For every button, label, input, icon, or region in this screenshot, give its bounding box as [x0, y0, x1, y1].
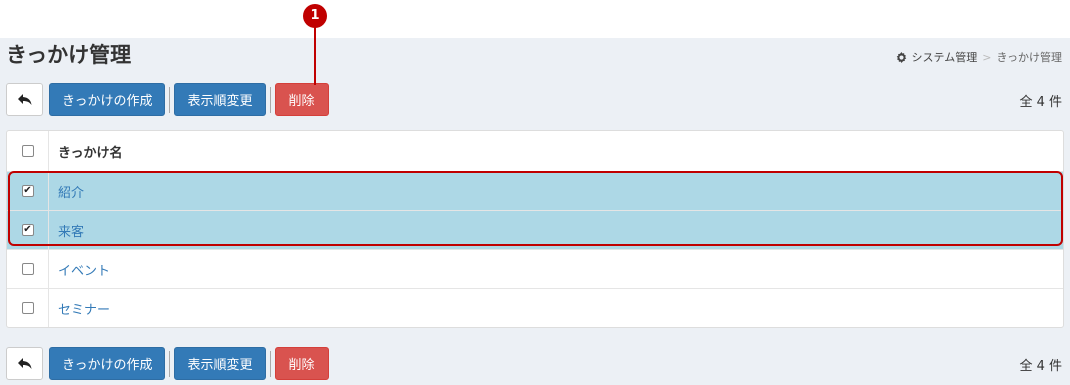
reorder-button[interactable]: 表示順変更: [174, 347, 266, 380]
create-button[interactable]: きっかけの作成: [49, 83, 166, 116]
row-name-link[interactable]: 紹介: [49, 182, 84, 201]
table-header-row: きっかけ名: [7, 131, 1063, 171]
row-checkbox[interactable]: [21, 302, 34, 314]
toolbar-divider: [269, 350, 271, 377]
table-row[interactable]: ✔ 紹介: [7, 171, 1063, 210]
back-button[interactable]: [6, 347, 43, 380]
breadcrumb-separator: >: [982, 50, 992, 64]
reply-arrow-icon: [17, 93, 31, 105]
reorder-button[interactable]: 表示順変更: [174, 83, 266, 116]
data-table: きっかけ名 ✔ 紹介 ✔ 来客 イベント セミナー: [6, 130, 1064, 328]
delete-button[interactable]: 削除: [274, 347, 329, 380]
record-count: 全 4 件: [1019, 95, 1062, 110]
row-checkbox[interactable]: ✔: [21, 224, 34, 236]
row-name-link[interactable]: 来客: [49, 221, 84, 240]
breadcrumb-current: きっかけ管理: [996, 51, 1062, 64]
callout-marker: 1: [303, 4, 327, 28]
table-row[interactable]: ✔ 来客: [7, 210, 1063, 249]
toolbar-bottom: きっかけの作成 表示順変更 削除: [6, 347, 329, 380]
delete-button[interactable]: 削除: [274, 83, 329, 116]
row-checkbox[interactable]: [21, 263, 34, 275]
toolbar-top: きっかけの作成 表示順変更 削除: [6, 83, 329, 116]
breadcrumb-parent[interactable]: システム管理: [912, 49, 978, 65]
record-count: 全 4 件: [1019, 359, 1062, 374]
row-name-link[interactable]: セミナー: [49, 299, 110, 318]
toolbar-divider: [169, 86, 171, 113]
table-row[interactable]: セミナー: [7, 288, 1063, 327]
callout-line: [314, 27, 316, 85]
toolbar-divider: [169, 350, 171, 377]
column-header-name: きっかけ名: [58, 145, 123, 161]
breadcrumb: システム管理 > きっかけ管理: [896, 49, 1062, 65]
gear-icon: [896, 51, 906, 63]
select-all-checkbox[interactable]: [21, 145, 34, 157]
page-title: きっかけ管理: [6, 43, 132, 67]
row-checkbox[interactable]: ✔: [21, 185, 34, 197]
row-name-link[interactable]: イベント: [49, 260, 110, 279]
table-row[interactable]: イベント: [7, 249, 1063, 288]
reply-arrow-icon: [17, 357, 31, 369]
toolbar-divider: [269, 86, 271, 113]
create-button[interactable]: きっかけの作成: [49, 347, 166, 380]
back-button[interactable]: [6, 83, 43, 116]
